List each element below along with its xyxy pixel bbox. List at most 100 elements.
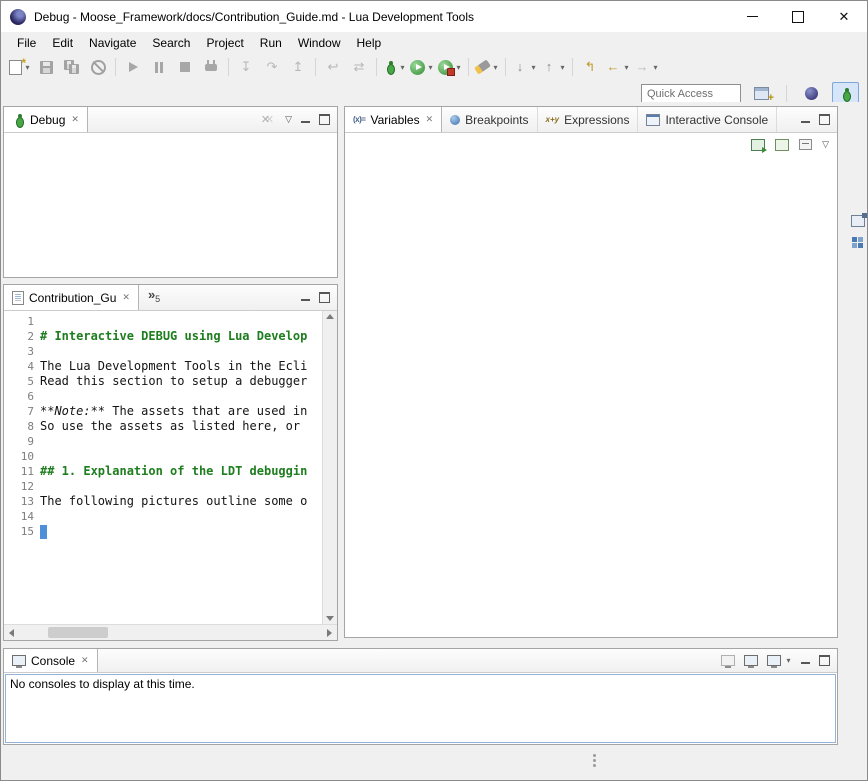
scroll-up-icon[interactable]	[326, 314, 334, 319]
editor-line[interactable]	[40, 314, 322, 329]
dropdown-icon[interactable]: ▾	[652, 63, 659, 72]
editor-code[interactable]: # Interactive DEBUG using Lua Develop The…	[40, 311, 322, 624]
suspend-button[interactable]	[146, 56, 172, 79]
editor-gutter[interactable]: 123456789101112131415	[4, 311, 40, 624]
use-step-filters-button[interactable]: ⇄	[346, 56, 372, 79]
view-menu-button[interactable]: ▽	[822, 139, 829, 150]
step-return-button[interactable]: ↥	[285, 56, 311, 79]
dropdown-icon[interactable]: ▾	[399, 63, 406, 72]
quick-access-input[interactable]: Quick Access	[641, 84, 741, 103]
dropdown-icon[interactable]: ▾	[623, 63, 630, 72]
tab-close-icon[interactable]: ✕	[426, 114, 434, 125]
editor-line[interactable]: **Note:** The assets that are used in	[40, 404, 322, 419]
line-number[interactable]: 2	[4, 329, 34, 344]
editor-vertical-scrollbar[interactable]	[322, 311, 337, 624]
clear-console-button[interactable]	[721, 655, 735, 666]
back-button[interactable]: ← ▾	[603, 56, 632, 79]
editor-line[interactable]	[40, 344, 322, 359]
minimize-button[interactable]	[729, 1, 775, 32]
menu-edit[interactable]: Edit	[44, 34, 81, 52]
open-console-button[interactable]: ▾	[767, 655, 792, 666]
maximize-view-button[interactable]	[319, 114, 330, 125]
menu-navigate[interactable]: Navigate	[81, 34, 144, 52]
hidden-editors-chevron[interactable]: » 5	[139, 285, 169, 310]
forward-button[interactable]: → ▾	[632, 56, 661, 79]
editor-line[interactable]	[40, 509, 322, 524]
previous-annotation-button[interactable]: ↑ ▾	[539, 56, 568, 79]
minimize-view-button[interactable]	[801, 662, 810, 664]
line-number[interactable]: 4	[4, 359, 34, 374]
scroll-down-icon[interactable]	[326, 616, 334, 621]
tab-close-icon[interactable]: ✕	[81, 655, 89, 666]
editor-horizontal-scrollbar[interactable]	[4, 624, 337, 640]
line-number[interactable]: 13	[4, 494, 34, 509]
close-button[interactable]: ✕	[821, 1, 867, 32]
editor-line[interactable]: So use the assets as listed here, or	[40, 419, 322, 434]
scroll-left-icon[interactable]	[9, 629, 14, 637]
editor-line[interactable]: ## 1. Explanation of the LDT debuggin	[40, 464, 322, 479]
drop-to-frame-button[interactable]: ↩	[320, 56, 346, 79]
maximize-view-button[interactable]	[319, 292, 330, 303]
menu-file[interactable]: File	[9, 34, 44, 52]
variables-content[interactable]	[345, 156, 837, 637]
save-all-button[interactable]	[59, 56, 85, 79]
display-selected-console-button[interactable]	[744, 655, 758, 666]
tab-debug[interactable]: Debug ✕	[4, 107, 88, 132]
line-number[interactable]: 10	[4, 449, 34, 464]
tab-breakpoints[interactable]: Breakpoints	[442, 107, 537, 132]
scroll-right-icon[interactable]	[327, 629, 332, 637]
minimize-view-button[interactable]	[301, 121, 310, 123]
view-menu-button[interactable]: ▽	[285, 114, 292, 125]
step-over-button[interactable]: ↷	[259, 56, 285, 79]
tab-console[interactable]: Console ✕	[4, 649, 98, 672]
line-number[interactable]: 3	[4, 344, 34, 359]
editor-line[interactable]	[40, 434, 322, 449]
dropdown-icon[interactable]: ▾	[427, 63, 434, 72]
maximize-view-button[interactable]	[819, 114, 830, 125]
menu-help[interactable]: Help	[349, 34, 390, 52]
dropdown-icon[interactable]: ▾	[455, 63, 462, 72]
line-number[interactable]: 15	[4, 524, 34, 539]
run-button[interactable]: ▾	[408, 56, 436, 79]
save-button[interactable]	[33, 56, 59, 79]
minimize-view-button[interactable]	[801, 121, 810, 123]
menu-window[interactable]: Window	[290, 34, 349, 52]
dropdown-icon[interactable]: ▾	[530, 63, 537, 72]
debug-view-content[interactable]	[4, 133, 337, 277]
next-annotation-button[interactable]: ↓ ▾	[510, 56, 539, 79]
console-content[interactable]: No consoles to display at this time.	[5, 674, 836, 743]
line-number[interactable]: 11	[4, 464, 34, 479]
collapse-all-button[interactable]	[799, 139, 812, 150]
line-number[interactable]: 6	[4, 389, 34, 404]
horizontal-scroll-thumb[interactable]	[48, 627, 108, 638]
menu-run[interactable]: Run	[252, 34, 290, 52]
editor-line[interactable]	[40, 389, 322, 404]
restore-views-button[interactable]	[851, 215, 865, 227]
maximize-button[interactable]	[775, 1, 821, 32]
minimize-view-button[interactable]	[301, 299, 310, 301]
show-columns-button[interactable]	[775, 139, 789, 151]
disconnect-button[interactable]	[198, 56, 224, 79]
tab-close-icon[interactable]: ✕	[122, 292, 130, 303]
external-tools-button[interactable]: ▾	[436, 56, 464, 79]
editor-line[interactable]: The following pictures outline some o	[40, 494, 322, 509]
tab-expressions[interactable]: x+y Expressions	[538, 107, 639, 132]
line-number[interactable]: 12	[4, 479, 34, 494]
editor-line[interactable]: The Lua Development Tools in the Ecli	[40, 359, 322, 374]
menu-search[interactable]: Search	[144, 34, 198, 52]
tab-contribution-guide[interactable]: Contribution_Gu ✕	[4, 285, 139, 310]
sash-grip[interactable]	[593, 754, 597, 769]
last-edit-location-button[interactable]: ↰	[577, 56, 603, 79]
new-wizard-button[interactable]: * ▾	[7, 56, 33, 79]
resume-button[interactable]	[120, 56, 146, 79]
editor-line[interactable]	[40, 524, 322, 539]
line-number[interactable]: 8	[4, 419, 34, 434]
step-into-button[interactable]: ↧	[233, 56, 259, 79]
maximize-view-button[interactable]	[819, 655, 830, 666]
editor-line[interactable]	[40, 449, 322, 464]
dropdown-icon[interactable]: ▾	[559, 63, 566, 72]
editor-line[interactable]	[40, 479, 322, 494]
show-logical-structure-button[interactable]	[751, 139, 765, 151]
debug-button[interactable]: ▾	[381, 56, 408, 79]
editor-line[interactable]: # Interactive DEBUG using Lua Develop	[40, 329, 322, 344]
